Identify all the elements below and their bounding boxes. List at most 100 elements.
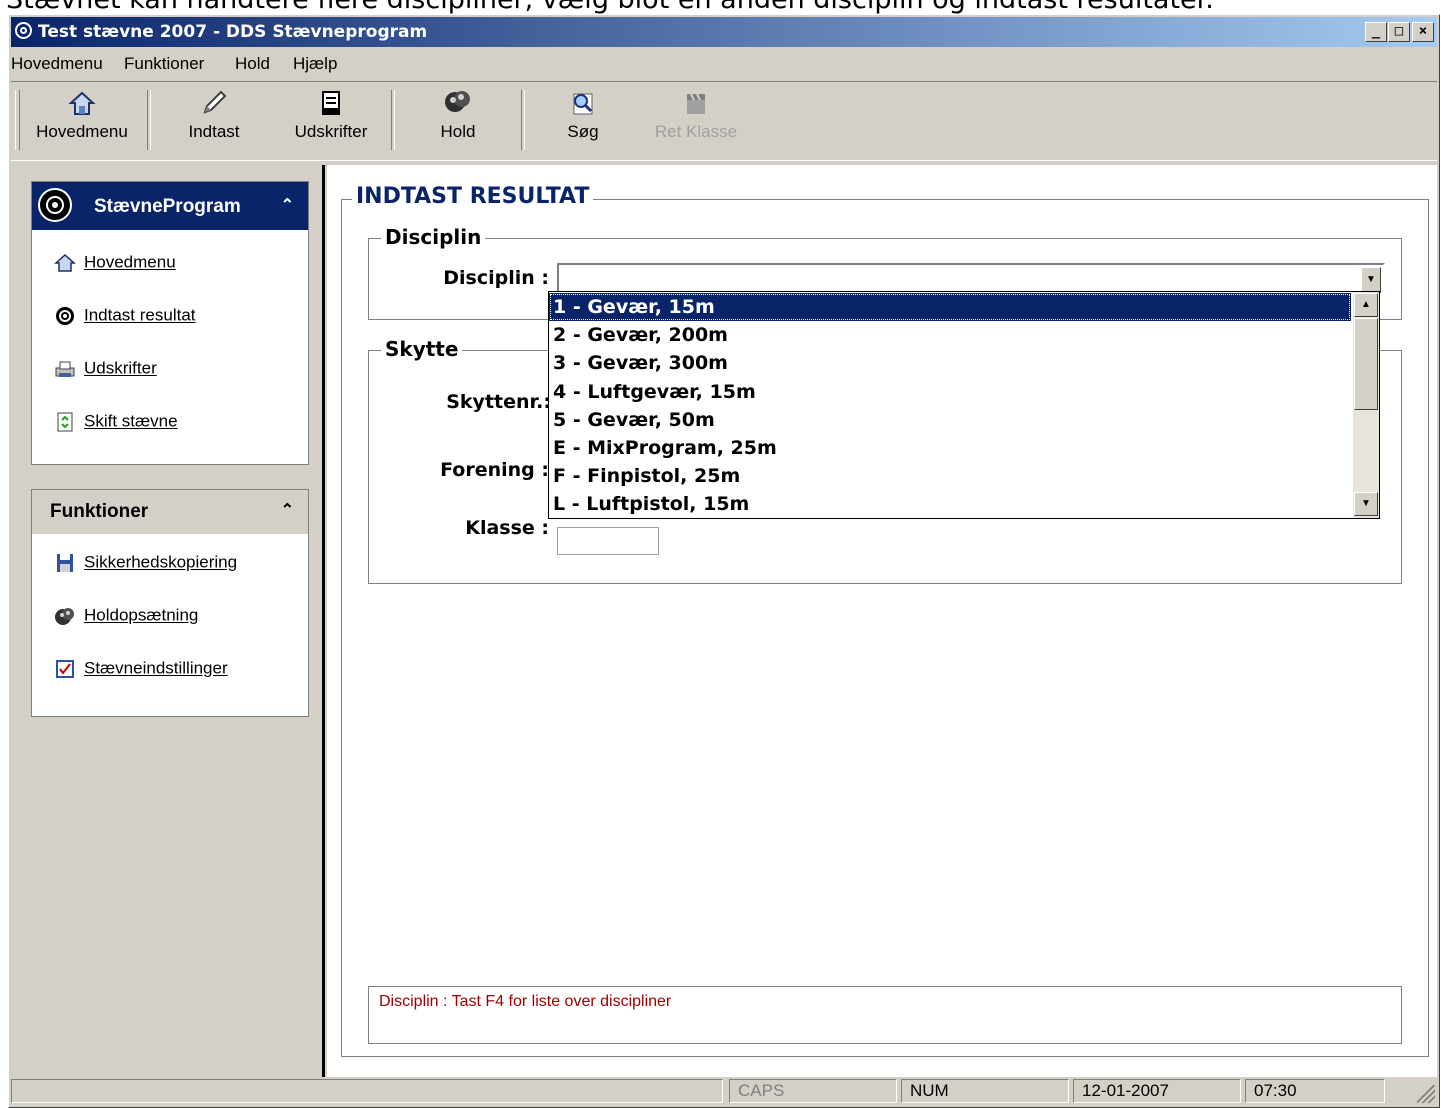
window-title: Test stævne 2007 - DDS Stævneprogram <box>38 22 428 42</box>
toolbar-soeg-button[interactable]: Søg <box>533 86 633 156</box>
skyttenr-label: Skyttenr.: <box>446 391 551 413</box>
menu-hold[interactable]: Hold <box>235 54 270 74</box>
hint-text: Disciplin : Tast F4 for liste over disci… <box>379 993 672 1010</box>
toolbar-hovedmenu-label: Hovedmenu <box>36 122 128 141</box>
document-icon <box>316 88 346 118</box>
status-caps: CAPS <box>729 1079 897 1103</box>
scroll-down-icon[interactable]: ▼ <box>1354 492 1378 516</box>
sidebar-item-hovedmenu-label: Hovedmenu <box>84 252 176 272</box>
panel-funktioner-header[interactable]: Funktioner ⌃ <box>32 490 308 534</box>
sidebar-item-udskrifter[interactable]: Udskrifter <box>54 358 157 379</box>
toolbar-indtast-button[interactable]: Indtast <box>159 86 269 156</box>
dropdown-option[interactable]: E - MixProgram, 25m <box>549 434 1351 462</box>
title-bar[interactable]: Test stævne 2007 - DDS Stævneprogram _ □… <box>11 17 1437 47</box>
disciplin-group-title: Disciplin <box>381 225 486 249</box>
status-main-panel <box>11 1079 723 1103</box>
sidebar: StævneProgram ⌃ Hovedmenu Indtast result… <box>9 165 325 1075</box>
clapper-icon <box>681 88 711 118</box>
toolbar-udskrifter-label: Udskrifter <box>294 122 368 141</box>
status-date: 12-01-2007 <box>1073 1079 1241 1103</box>
dropdown-option[interactable]: F - Finpistol, 25m <box>549 462 1351 490</box>
toolbar-separator <box>391 90 395 150</box>
chevron-down-icon[interactable]: ▼ <box>1361 267 1381 293</box>
panel-staevneprogram-title: StævneProgram <box>94 196 241 217</box>
panel-funktioner-title: Funktioner <box>50 501 149 522</box>
dropdown-scrollbar[interactable]: ▲ ▼ <box>1353 292 1379 518</box>
pencil-icon <box>199 88 229 118</box>
minimize-button[interactable]: _ <box>1365 22 1387 42</box>
house-icon <box>54 253 76 273</box>
target-icon <box>38 188 72 222</box>
dropdown-option[interactable]: 3 - Gevær, 300m <box>549 349 1351 377</box>
sidebar-item-staevneindstillinger-label: Stævneindstillinger <box>84 658 228 678</box>
disciplin-dropdown-list[interactable]: 1 - Gevær, 15m 2 - Gevær, 200m 3 - Gevær, … <box>548 291 1380 519</box>
toolbar-soeg-label: Søg <box>567 122 599 141</box>
hint-box: Disciplin : Tast F4 for liste over disci… <box>368 986 1402 1044</box>
disciplin-label: Disciplin : <box>443 267 549 289</box>
toolbar-ret-klasse-label: Ret Klasse <box>654 122 738 141</box>
house-icon <box>67 88 97 118</box>
scroll-thumb[interactable] <box>1354 318 1378 410</box>
toolbar-ret-klasse-button[interactable]: Ret Klasse <box>641 86 751 156</box>
status-time: 07:30 <box>1245 1079 1385 1103</box>
sidebar-item-hovedmenu[interactable]: Hovedmenu <box>54 252 176 273</box>
sidebar-item-holdopsaetning-label: Holdopsætning <box>84 605 199 625</box>
toolbar-hold-label: Hold <box>440 122 476 141</box>
sidebar-item-holdopsaetning[interactable]: Holdopsætning <box>54 605 198 626</box>
panel-staevneprogram-header[interactable]: StævneProgram ⌃ <box>32 182 308 230</box>
sidebar-item-sikkerhedskopiering[interactable]: Sikkerhedskopiering <box>54 552 237 573</box>
app-window: Test stævne 2007 - DDS Stævneprogram _ □… <box>8 14 1440 1108</box>
sidebar-item-udskrifter-label: Udskrifter <box>84 358 157 378</box>
caption-strip: Stævnet kan håndtere flere discipliner, … <box>0 0 1441 14</box>
scroll-up-icon[interactable]: ▲ <box>1354 293 1378 317</box>
panel-staevneprogram: StævneProgram ⌃ Hovedmenu Indtast result… <box>31 181 309 465</box>
floppy-icon <box>54 553 76 573</box>
sidebar-item-skift-staevne[interactable]: Skift stævne <box>54 411 178 432</box>
settings-check-icon <box>54 659 76 679</box>
toolbar: Hovedmenu Indtast Udskrifter Hold Søg Re… <box>11 81 1437 161</box>
dropdown-option[interactable]: 1 - Gevær, 15m <box>549 293 1351 321</box>
dropdown-option[interactable]: 5 - Gevær, 50m <box>549 406 1351 434</box>
toolbar-separator <box>521 90 525 150</box>
collapse-chevron-icon[interactable]: ⌃ <box>281 195 294 215</box>
app-target-icon <box>15 22 32 39</box>
collapse-chevron-icon[interactable]: ⌃ <box>281 500 294 520</box>
target-icon <box>54 306 76 326</box>
team-icon <box>443 88 473 118</box>
klasse-label: Klasse : <box>465 517 549 539</box>
toolbar-grip[interactable] <box>15 90 20 150</box>
splitter[interactable] <box>322 165 325 1077</box>
skytte-group-title: Skytte <box>381 337 463 361</box>
dropdown-option[interactable]: 2 - Gevær, 200m <box>549 321 1351 349</box>
menu-funktioner[interactable]: Funktioner <box>124 54 204 74</box>
toolbar-hold-button[interactable]: Hold <box>403 86 513 156</box>
dropdown-option[interactable]: L - Luftpistol, 15m <box>549 490 1351 518</box>
toolbar-udskrifter-button[interactable]: Udskrifter <box>281 86 381 156</box>
sidebar-item-sikkerhedskopiering-label: Sikkerhedskopiering <box>84 552 238 572</box>
sidebar-item-staevneindstillinger[interactable]: Stævneindstillinger <box>54 658 228 679</box>
search-icon <box>568 88 598 118</box>
sidebar-item-indtast-resultat-label: Indtast resultat <box>84 305 196 325</box>
panel-funktioner: Funktioner ⌃ Sikkerhedskopiering Holdops… <box>31 489 309 717</box>
menu-hovedmenu[interactable]: Hovedmenu <box>11 54 103 74</box>
menu-bar: Hovedmenu Funktioner Hold Hjælp <box>11 51 1437 77</box>
team-icon <box>54 606 76 626</box>
close-button[interactable]: × <box>1412 22 1434 42</box>
forening-label: Forening : <box>440 459 549 481</box>
toolbar-indtast-label: Indtast <box>188 122 240 141</box>
sidebar-item-skift-staevne-label: Skift stævne <box>84 411 178 431</box>
caption-text: Stævnet kan håndtere flere discipliner, … <box>6 0 1214 14</box>
resize-grip-icon[interactable] <box>1417 1085 1435 1103</box>
toolbar-separator <box>147 90 151 150</box>
dropdown-option[interactable]: 4 - Luftgevær, 15m <box>549 378 1351 406</box>
printer-icon <box>54 359 76 379</box>
form-title: INDTAST RESULTAT <box>352 184 594 209</box>
status-num: NUM <box>901 1079 1069 1103</box>
sidebar-item-indtast-resultat[interactable]: Indtast resultat <box>54 305 196 326</box>
status-bar: CAPS NUM 12-01-2007 07:30 <box>11 1079 1437 1105</box>
toolbar-hovedmenu-button[interactable]: Hovedmenu <box>27 86 137 156</box>
klasse-input[interactable] <box>557 527 659 555</box>
maximize-button[interactable]: □ <box>1388 22 1410 42</box>
menu-hjaelp[interactable]: Hjælp <box>293 54 337 74</box>
swap-icon <box>54 412 76 432</box>
